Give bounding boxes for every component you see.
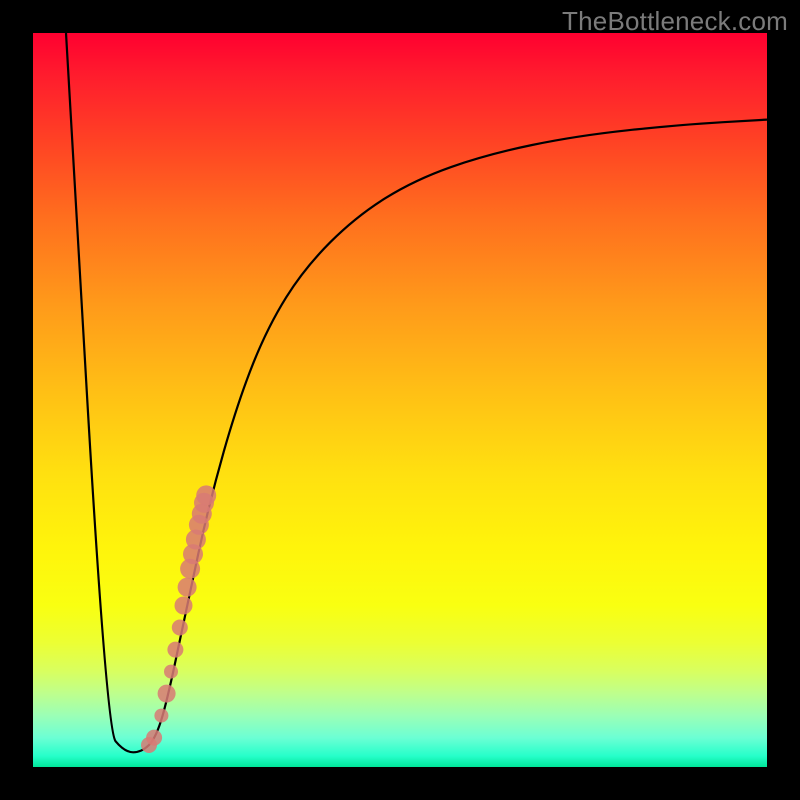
highlight-points [141,485,216,753]
highlight-point [158,685,176,703]
highlight-point [146,730,162,746]
highlight-point [178,578,197,597]
chart-frame: TheBottleneck.com [0,0,800,800]
plot-area [33,33,767,767]
highlight-point [167,642,183,658]
watermark-text: TheBottleneck.com [562,6,788,37]
highlight-point [164,665,178,679]
highlight-point [154,709,168,723]
highlight-point [172,620,188,636]
highlight-point [196,485,216,505]
highlight-point [175,597,193,615]
curve-layer [33,33,767,767]
